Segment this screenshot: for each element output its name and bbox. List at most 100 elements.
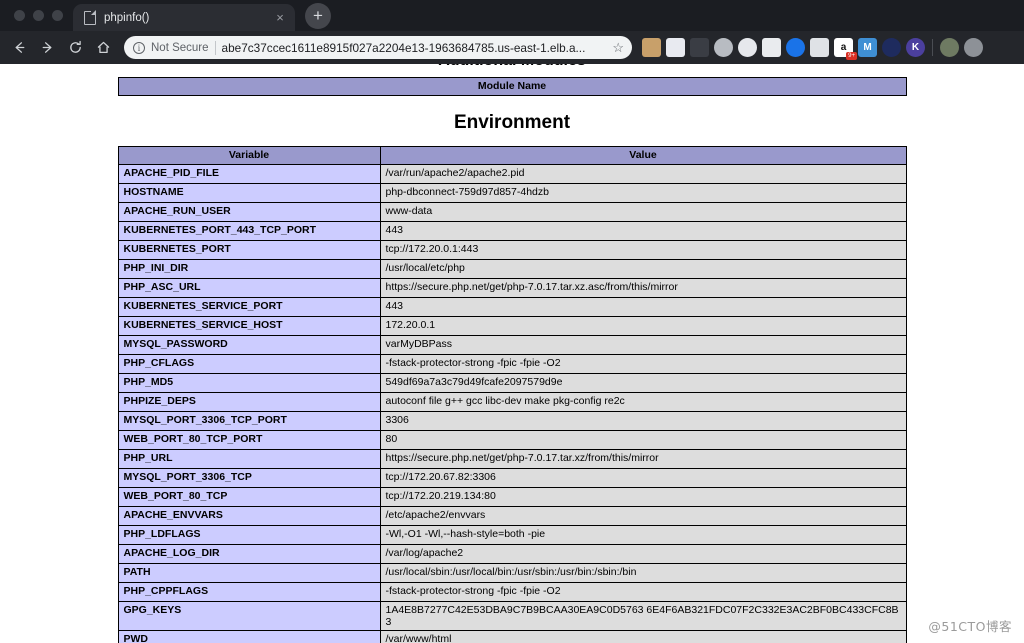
column-header-variable: Variable	[117, 146, 381, 165]
env-variable-name: MYSQL_PORT_3306_TCP	[117, 468, 381, 488]
env-variable-name: PHP_INI_DIR	[117, 259, 381, 279]
table-row: KUBERNETES_SERVICE_PORT 443	[117, 297, 907, 317]
env-variable-name: PWD	[117, 630, 381, 643]
env-variable-value: www-data	[379, 202, 907, 222]
table-row: PATH/usr/local/sbin:/usr/local/bin:/usr/…	[117, 563, 907, 583]
env-variable-name: PHP_CPPFLAGS	[117, 582, 381, 602]
ext-circle-light-icon[interactable]	[738, 38, 757, 57]
extension-separator	[932, 39, 933, 56]
env-variable-value: 443	[379, 297, 907, 317]
info-icon[interactable]: i	[133, 41, 145, 54]
back-arrow-icon[interactable]	[6, 35, 32, 61]
env-variable-value: https://secure.php.net/get/php-7.0.17.ta…	[379, 449, 907, 469]
ext-sync-blue-icon[interactable]	[882, 38, 901, 57]
table-row: PHP_CFLAGS -fstack-protector-strong -fpic…	[117, 354, 907, 374]
table-row: Module Name	[117, 77, 907, 96]
phpinfo-body: Additional Modules Module Name Environme…	[117, 64, 907, 643]
table-row: MYSQL_PASSWORD varMyDBPass	[117, 335, 907, 355]
home-icon[interactable]	[90, 35, 116, 61]
env-variable-name: GPG_KEYS	[117, 601, 381, 631]
reload-icon[interactable]	[62, 35, 88, 61]
table-row: MYSQL_PORT_3306_TCP_PORT 3306	[117, 411, 907, 431]
table-row: WEB_PORT_80_TCP_PORT 80	[117, 430, 907, 450]
env-variable-value: -fstack-protector-strong -fpic -fpie -O2	[379, 582, 907, 602]
ext-kee-purple-icon[interactable]: K	[906, 38, 925, 57]
ext-hat-dark-icon[interactable]	[666, 38, 685, 57]
tab-strip: phpinfo() × +	[0, 0, 1024, 31]
close-window-button[interactable]	[14, 10, 25, 21]
env-variable-value: https://secure.php.net/get/php-7.0.17.ta…	[379, 278, 907, 298]
env-variable-value: tcp://172.20.67.82:3306	[379, 468, 907, 488]
table-row: APACHE_PID_FILE/var/run/apache2/apache2.…	[117, 164, 907, 184]
env-variable-value: /var/run/apache2/apache2.pid	[379, 164, 907, 184]
browser-chrome: phpinfo() × + i Not Secure abe7c37ccec16…	[0, 0, 1024, 64]
table-row: KUBERNETES_PORT tcp://172.20.0.1:443	[117, 240, 907, 260]
ext-cloud-gray-icon[interactable]	[714, 38, 733, 57]
table-row: WEB_PORT_80_TCP tcp://172.20.219.134:80	[117, 487, 907, 507]
env-variable-value: tcp://172.20.0.1:443	[379, 240, 907, 260]
table-row: PHP_LDFLAGS -Wl,-O1 -Wl,--hash-style=both…	[117, 525, 907, 545]
ext-window-white-icon[interactable]	[762, 38, 781, 57]
ext-amazon-icon[interactable]: a 9+	[834, 38, 857, 60]
table-row: PHP_URL https://secure.php.net/get/php-7.…	[117, 449, 907, 469]
modules-table: Module Name	[117, 77, 907, 96]
close-icon[interactable]: ×	[273, 11, 287, 24]
tab-title: phpinfo()	[104, 11, 150, 24]
env-variable-value: 1A4E8B7277C42E53DBA9C7B9BCAA30EA9C0D5763…	[379, 601, 907, 631]
ext-menu-gray-icon[interactable]	[964, 38, 983, 57]
ext-mendeley-icon[interactable]: M	[858, 38, 877, 57]
security-status-label: Not Secure	[151, 41, 209, 54]
minimize-window-button[interactable]	[33, 10, 44, 21]
forward-arrow-icon[interactable]	[34, 35, 60, 61]
window-traffic-lights	[8, 0, 73, 31]
table-row: APACHE_ENVVARS/etc/apache2/envvars	[117, 506, 907, 526]
browser-tab-phpinfo[interactable]: phpinfo() ×	[73, 4, 295, 31]
table-row: HOSTNAME php-dbconnect-759d97d857-4hdzb	[117, 183, 907, 203]
address-bar[interactable]: i Not Secure abe7c37ccec1611e8915f027a22…	[124, 36, 632, 59]
module-name-header: Module Name	[117, 77, 907, 96]
env-variable-name: KUBERNETES_PORT	[117, 240, 381, 260]
env-variable-value: 549df69a7a3c79d49fcafe2097579d9e	[379, 373, 907, 393]
omnibox-divider	[214, 40, 216, 55]
env-variable-name: KUBERNETES_SERVICE_PORT	[117, 297, 381, 317]
ext-shield-icon[interactable]	[690, 38, 709, 57]
env-variable-name: WEB_PORT_80_TCP	[117, 487, 381, 507]
table-row: MYSQL_PORT_3306_TCP tcp://172.20.67.82:33…	[117, 468, 907, 488]
extension-toolbar: a 9+ M K	[642, 38, 983, 60]
env-variable-value: -fstack-protector-strong -fpic -fpie -O2	[379, 354, 907, 374]
table-row: GPG_KEYS 1A4E8B7277C42E53DBA9C7B9BCAA30EA…	[117, 601, 907, 631]
star-icon[interactable]: ☆	[612, 40, 624, 56]
environment-table: Variable Value APACHE_PID_FILE/var/run/a…	[117, 146, 907, 643]
table-row: PHP_INI_DIR/usr/local/etc/php	[117, 259, 907, 279]
url-text[interactable]: abe7c37ccec1611e8915f027a2204e13-1963684…	[222, 41, 607, 55]
table-row: KUBERNETES_SERVICE_HOST 172.20.0.1	[117, 316, 907, 336]
table-row: APACHE_RUN_USER www-data	[117, 202, 907, 222]
env-variable-value: autoconf file g++ gcc libc-dev make pkg-…	[379, 392, 907, 412]
page-icon	[84, 10, 97, 25]
ext-avatar-photo-icon[interactable]	[940, 38, 959, 57]
zoom-window-button[interactable]	[52, 10, 63, 21]
env-variable-name: KUBERNETES_PORT_443_TCP_PORT	[117, 221, 381, 241]
table-header-row: Variable Value	[117, 146, 907, 165]
env-variable-value: 172.20.0.1	[379, 316, 907, 336]
ext-blue-circle-icon[interactable]	[786, 38, 805, 57]
env-variable-value: -Wl,-O1 -Wl,--hash-style=both -pie	[379, 525, 907, 545]
env-variable-name: APACHE_PID_FILE	[117, 164, 381, 184]
env-variable-value: 80	[379, 430, 907, 450]
additional-modules-heading: Additional Modules	[118, 64, 907, 66]
table-row: PHP_CPPFLAGS -fstack-protector-strong -fp…	[117, 582, 907, 602]
env-variable-name: PATH	[117, 563, 381, 583]
env-variable-name: PHP_URL	[117, 449, 381, 469]
ext-box-orange-icon[interactable]	[642, 38, 661, 57]
env-variable-name: HOSTNAME	[117, 183, 381, 203]
table-row: PWD/var/www/html	[117, 630, 907, 643]
env-variable-name: MYSQL_PASSWORD	[117, 335, 381, 355]
new-tab-button[interactable]: +	[305, 3, 331, 29]
env-variable-name: PHP_CFLAGS	[117, 354, 381, 374]
env-variable-name: PHP_MD5	[117, 373, 381, 393]
env-variable-value: /var/log/apache2	[379, 544, 907, 564]
env-variable-name: WEB_PORT_80_TCP_PORT	[117, 430, 381, 450]
ext-note-white-icon[interactable]	[810, 38, 829, 57]
ext-amazon-badge: 9+	[846, 52, 857, 60]
env-variable-value: /var/www/html	[379, 630, 907, 643]
